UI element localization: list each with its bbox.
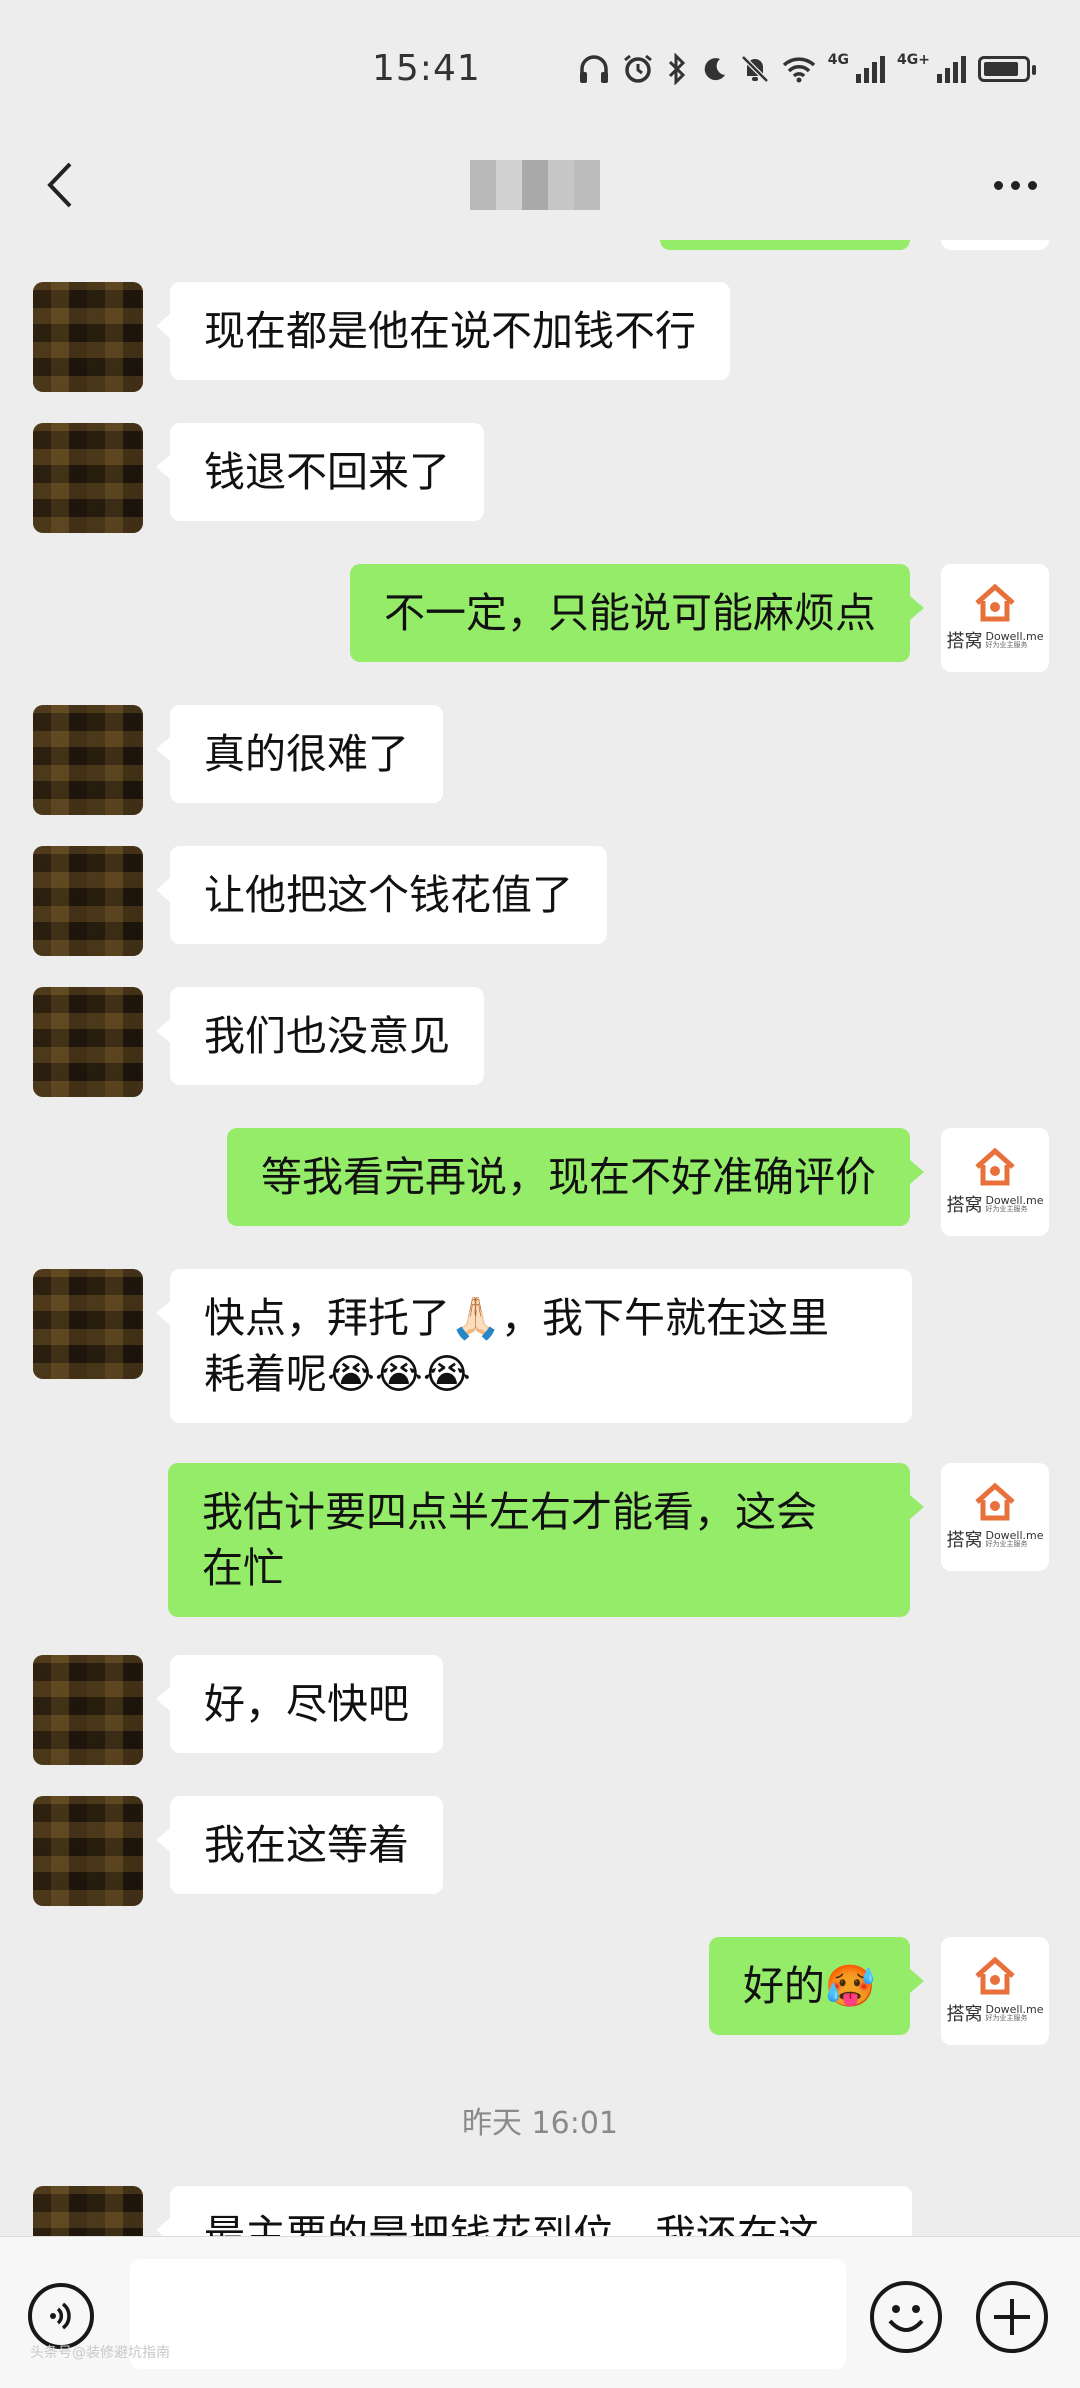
signal-icon bbox=[936, 52, 966, 86]
partial-bubble-top bbox=[660, 240, 910, 250]
message-text-line: 我估计要四点半左右才能看，这会 bbox=[202, 1488, 817, 1536]
message-timestamp: 昨天 16:01 bbox=[462, 2106, 618, 2141]
contact-avatar[interactable] bbox=[33, 2186, 143, 2236]
message-bubble[interactable]: 等我看完再说，现在不好准确评价 bbox=[227, 1128, 924, 1226]
message-bubble[interactable]: 让他把这个钱花值了 bbox=[156, 846, 607, 944]
message-text-line: 耗着呢😭😭😭 bbox=[204, 1350, 471, 1398]
message-bubble[interactable]: 我估计要四点半左右才能看，这会 在忙 bbox=[168, 1463, 924, 1617]
message-bubble[interactable]: 现在都是他在说不加钱不行 bbox=[156, 282, 730, 380]
bluetooth-icon bbox=[666, 52, 688, 86]
message-text: 我们也没意见 bbox=[204, 1012, 450, 1060]
message-bubble[interactable]: 真的很难了 bbox=[156, 705, 443, 803]
message-text: 好，尽快吧 bbox=[204, 1680, 409, 1728]
contact-avatar[interactable] bbox=[33, 1796, 143, 1906]
message-bubble[interactable]: 好，尽快吧 bbox=[156, 1655, 443, 1753]
brand-slogan: 好为业主服务 bbox=[985, 1205, 1028, 1213]
network-type-2: 4G+ bbox=[897, 52, 930, 68]
house-logo-icon bbox=[975, 1956, 1015, 1995]
contact-avatar[interactable] bbox=[33, 705, 143, 815]
message-text: 好的🥵 bbox=[742, 1962, 876, 2010]
contact-avatar[interactable] bbox=[33, 423, 143, 533]
message-bubble[interactable]: 钱退不回来了 bbox=[156, 423, 484, 521]
battery-fill bbox=[984, 62, 1018, 76]
house-logo-icon bbox=[975, 583, 1015, 622]
contact-avatar[interactable] bbox=[33, 846, 143, 956]
mute-bell-icon bbox=[740, 52, 770, 86]
contact-avatar[interactable] bbox=[33, 1269, 143, 1379]
input-bar: 头条号@装修避坑指南 bbox=[0, 2236, 1080, 2388]
headphones-icon bbox=[578, 52, 610, 86]
message-text: 让他把这个钱花值了 bbox=[204, 871, 573, 919]
message-bubble[interactable]: 最主要的是把钱花到位，我还在这 bbox=[156, 2186, 912, 2236]
status-icons: 4G 4G+ bbox=[578, 52, 1036, 86]
chat-header bbox=[0, 130, 1080, 240]
moon-icon bbox=[700, 52, 728, 86]
brand-slogan: 好为业主服务 bbox=[985, 2014, 1028, 2022]
house-logo-icon bbox=[975, 1482, 1015, 1521]
self-avatar[interactable]: 搭窝 Dowell.me 好为业主服务 bbox=[941, 564, 1049, 672]
message-text: 等我看完再说，现在不好准确评价 bbox=[261, 1153, 876, 1201]
message-bubble[interactable]: 我在这等着 bbox=[156, 1796, 443, 1894]
message-text: 现在都是他在说不加钱不行 bbox=[204, 307, 696, 355]
chevron-left-icon bbox=[47, 162, 72, 208]
brand-slogan: 好为业主服务 bbox=[985, 1540, 1028, 1548]
message-text: 真的很难了 bbox=[204, 730, 409, 778]
message-bubble[interactable]: 好的🥵 bbox=[708, 1937, 925, 2035]
plus-button[interactable] bbox=[976, 2281, 1048, 2353]
message-bubble[interactable]: 我们也没意见 bbox=[156, 987, 484, 1085]
brand-name-cn: 搭窝 bbox=[946, 1195, 983, 1216]
message-text: 我在这等着 bbox=[204, 1821, 409, 1869]
plus-icon bbox=[994, 2299, 1030, 2335]
message-text: 最主要的是把钱花到位，我还在这 bbox=[204, 2211, 819, 2236]
brand-slogan: 好为业主服务 bbox=[985, 641, 1028, 649]
brand-name-cn: 搭窝 bbox=[946, 1530, 983, 1551]
message-bubble[interactable]: 不一定，只能说可能麻烦点 bbox=[350, 564, 924, 662]
signal-icon bbox=[855, 52, 886, 86]
contact-avatar[interactable] bbox=[33, 987, 143, 1097]
status-bar: 15:41 4G 4G+ bbox=[0, 0, 1080, 130]
self-avatar[interactable]: 搭窝 Dowell.me 好为业主服务 bbox=[941, 1937, 1049, 2045]
message-text-line: 快点，拜托了🙏🏻，我下午就在这里 bbox=[204, 1294, 830, 1342]
message-text-line: 在忙 bbox=[202, 1544, 284, 1592]
watermark: 头条号@装修避坑指南 bbox=[30, 2345, 170, 2361]
battery-icon bbox=[978, 56, 1036, 82]
status-time: 15:41 bbox=[372, 48, 481, 89]
voice-button[interactable] bbox=[28, 2283, 94, 2349]
chat-title-blurred bbox=[470, 160, 600, 210]
self-avatar[interactable]: 搭窝 Dowell.me 好为业主服务 bbox=[941, 1128, 1049, 1236]
more-button[interactable] bbox=[980, 150, 1050, 220]
house-logo-icon bbox=[975, 1147, 1015, 1186]
emoji-button[interactable] bbox=[870, 2281, 942, 2353]
message-text: 钱退不回来了 bbox=[204, 448, 450, 496]
message-bubble[interactable]: 快点，拜托了🙏🏻，我下午就在这里 耗着呢😭😭😭 bbox=[156, 1269, 912, 1423]
emoji-icon bbox=[888, 2305, 924, 2332]
brand-name-cn: 搭窝 bbox=[946, 631, 983, 652]
self-avatar[interactable]: 搭窝 Dowell.me 好为业主服务 bbox=[941, 1463, 1049, 1571]
contact-avatar[interactable] bbox=[33, 1655, 143, 1765]
voice-icon bbox=[50, 2302, 71, 2330]
partial-avatar-top bbox=[941, 240, 1049, 250]
brand-name-cn: 搭窝 bbox=[946, 2004, 983, 2025]
back-button[interactable] bbox=[30, 150, 90, 220]
network-type-1: 4G bbox=[827, 52, 850, 68]
alarm-icon bbox=[622, 52, 654, 86]
message-input[interactable] bbox=[130, 2259, 846, 2369]
more-dots-icon bbox=[993, 180, 1003, 190]
chat-messages[interactable]: 现在都是他在说不加钱不行 钱退不回来了 搭窝 Dowell.me 好为业主服务 不… bbox=[0, 240, 1080, 2236]
message-text: 不一定，只能说可能麻烦点 bbox=[384, 589, 876, 637]
contact-avatar[interactable] bbox=[33, 282, 143, 392]
wifi-icon bbox=[782, 52, 816, 86]
